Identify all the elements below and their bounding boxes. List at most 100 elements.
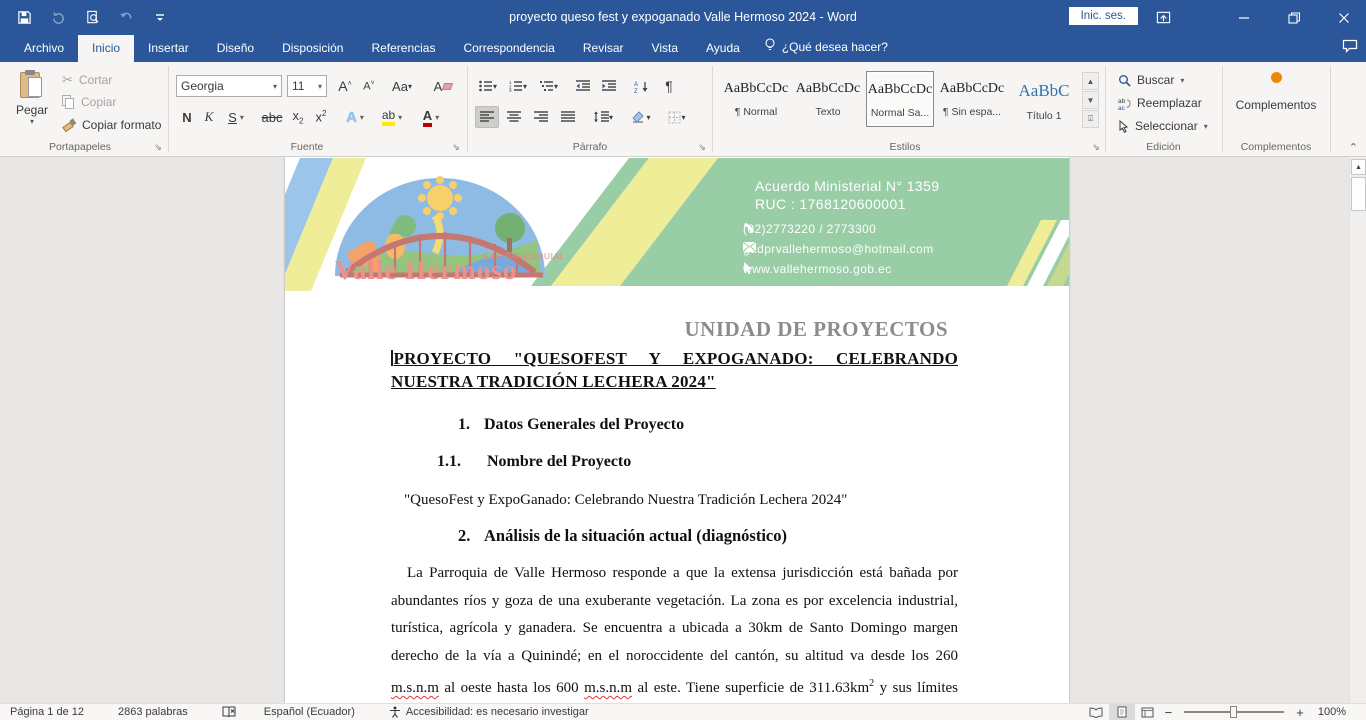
heading-number: 2. — [458, 526, 484, 546]
copy-button[interactable]: Copiar — [62, 95, 116, 109]
mail-icon — [743, 242, 756, 252]
style-card-normal-sa[interactable]: AaBbCcDc Normal Sa... — [866, 71, 934, 127]
svg-text:A: A — [634, 82, 638, 88]
addins-button[interactable]: Complementos — [1228, 72, 1324, 112]
select-button[interactable]: Seleccionar ▾ — [1118, 119, 1208, 133]
change-case-button[interactable]: Aa ▾ — [386, 75, 418, 97]
tab-inicio[interactable]: Inicio — [78, 35, 134, 62]
tab-correspondencia[interactable]: Correspondencia — [449, 35, 568, 62]
tab-vista[interactable]: Vista — [638, 35, 692, 62]
find-button[interactable]: Buscar ▾ — [1118, 73, 1184, 87]
ribbon-display-options-icon[interactable] — [1141, 0, 1186, 35]
clipboard-dialog-launcher[interactable]: ⇘ — [152, 141, 164, 153]
font-color-button[interactable]: A ▾ — [415, 106, 447, 128]
lightbulb-icon — [764, 38, 776, 55]
chevron-down-icon: ▾ — [554, 82, 558, 91]
tab-referencias[interactable]: Referencias — [357, 35, 449, 62]
styles-dialog-launcher[interactable]: ⇘ — [1090, 141, 1102, 153]
style-card-texto[interactable]: AaBbCcDc Texto — [794, 71, 862, 127]
document-canvas: Valle Hermoso GAD PARROQUIAL Acuerdo Min… — [0, 157, 1349, 703]
show-marks-button[interactable]: ¶ — [659, 75, 679, 97]
vertical-scrollbar[interactable]: ▲ — [1349, 157, 1366, 703]
paste-button[interactable]: Pegar ▾ — [10, 70, 54, 142]
align-left-button[interactable] — [475, 106, 499, 128]
style-preview: AaBbCcDc — [722, 81, 790, 97]
zoom-out-button[interactable]: − — [1161, 705, 1177, 720]
style-card-sin-espaciado[interactable]: AaBbCcDc ¶ Sin espa... — [938, 71, 1006, 127]
format-painter-label: Copiar formato — [82, 118, 161, 132]
document-page[interactable]: Valle Hermoso GAD PARROQUIAL Acuerdo Min… — [285, 157, 1069, 703]
cut-icon: ✂ — [62, 72, 73, 88]
bold-button[interactable]: N — [178, 106, 196, 128]
sort-button[interactable]: AZ — [629, 75, 655, 97]
tell-me-box[interactable]: ¿Qué desea hacer? — [754, 32, 898, 62]
align-right-button[interactable] — [529, 106, 553, 128]
heading-text: Datos Generales del Proyecto — [484, 416, 684, 433]
tab-revisar[interactable]: Revisar — [569, 35, 638, 62]
font-size-select[interactable]: 11 ▾ — [287, 75, 327, 97]
format-painter-button[interactable]: Copiar formato — [62, 118, 161, 132]
style-card-normal[interactable]: AaBbCcDc ¶ Normal — [722, 71, 790, 127]
shrink-font-button[interactable]: A˅ — [358, 75, 380, 97]
replace-button[interactable]: abac Reemplazar — [1118, 96, 1202, 110]
group-separator — [712, 66, 713, 152]
find-label: Buscar — [1137, 73, 1174, 87]
collapse-ribbon-button[interactable]: ⌃ — [1349, 141, 1358, 154]
italic-button[interactable]: K — [200, 106, 218, 128]
zoom-slider[interactable] — [1184, 711, 1284, 713]
justify-button[interactable] — [556, 106, 580, 128]
numbering-button[interactable]: 123 ▾ — [505, 75, 531, 97]
paragraph-dialog-launcher[interactable]: ⇘ — [696, 141, 708, 153]
page-indicator[interactable]: Página 1 de 12 — [0, 706, 94, 718]
tab-archivo[interactable]: Archivo — [10, 35, 78, 62]
style-card-titulo1[interactable]: AaBbC Título 1 — [1010, 71, 1078, 127]
close-button[interactable] — [1321, 0, 1366, 35]
styles-scroll-down-button[interactable]: ▼ — [1082, 91, 1099, 109]
font-family-value: Georgia — [181, 79, 224, 93]
tab-ayuda[interactable]: Ayuda — [692, 35, 754, 62]
print-layout-button[interactable] — [1109, 704, 1135, 720]
borders-button[interactable]: ▾ — [662, 106, 692, 128]
multilevel-list-button[interactable]: ▾ — [535, 75, 563, 97]
underline-button[interactable]: S ▾ — [222, 106, 250, 128]
text-cursor — [391, 350, 393, 366]
tab-insertar[interactable]: Insertar — [134, 35, 203, 62]
feedback-icon[interactable] — [1342, 39, 1358, 58]
bullets-button[interactable]: ▾ — [475, 75, 501, 97]
accessibility-status[interactable]: Accesibilidad: es necesario investigar — [379, 706, 599, 718]
font-dialog-launcher[interactable]: ⇘ — [450, 141, 462, 153]
restore-button[interactable] — [1271, 0, 1316, 35]
text-effects-button[interactable]: A ▾ — [340, 106, 370, 128]
cut-button[interactable]: ✂ Cortar — [62, 72, 112, 88]
accessibility-label: Accesibilidad: es necesario investigar — [406, 706, 589, 718]
line-spacing-button[interactable]: ▾ — [588, 106, 618, 128]
subscript-button[interactable]: x2 — [287, 106, 309, 128]
decrease-indent-button[interactable] — [571, 75, 595, 97]
grow-font-button[interactable]: A˄ — [334, 75, 356, 97]
web-layout-button[interactable] — [1135, 704, 1161, 720]
read-mode-button[interactable] — [1083, 704, 1109, 720]
scroll-up-button[interactable]: ▲ — [1351, 159, 1366, 175]
signin-button[interactable]: Inic. ses. — [1069, 7, 1138, 25]
language-indicator[interactable]: Español (Ecuador) — [254, 706, 365, 718]
strikethrough-button[interactable]: abc — [258, 106, 286, 128]
font-color-label: A — [423, 108, 432, 127]
styles-scroll-up-button[interactable]: ▲ — [1082, 72, 1099, 90]
tab-disposicion[interactable]: Disposición — [268, 35, 357, 62]
proofing-icon[interactable] — [212, 706, 246, 718]
shading-button[interactable]: ▾ — [626, 106, 656, 128]
superscript-button[interactable]: x2 — [310, 106, 332, 128]
scrollbar-thumb[interactable] — [1351, 177, 1366, 211]
align-center-button[interactable] — [502, 106, 526, 128]
zoom-level[interactable]: 100% — [1308, 706, 1360, 718]
styles-more-button[interactable]: ⍗ — [1082, 110, 1099, 128]
zoom-slider-thumb[interactable] — [1230, 706, 1237, 718]
word-count[interactable]: 2863 palabras — [108, 706, 198, 718]
highlight-button[interactable]: ab ▾ — [375, 106, 409, 128]
tab-diseno[interactable]: Diseño — [203, 35, 268, 62]
minimize-button[interactable] — [1221, 0, 1266, 35]
increase-indent-button[interactable] — [597, 75, 621, 97]
zoom-in-button[interactable]: + — [1292, 705, 1308, 720]
font-family-select[interactable]: Georgia ▾ — [176, 75, 282, 97]
clear-formatting-button[interactable]: A — [430, 75, 456, 97]
